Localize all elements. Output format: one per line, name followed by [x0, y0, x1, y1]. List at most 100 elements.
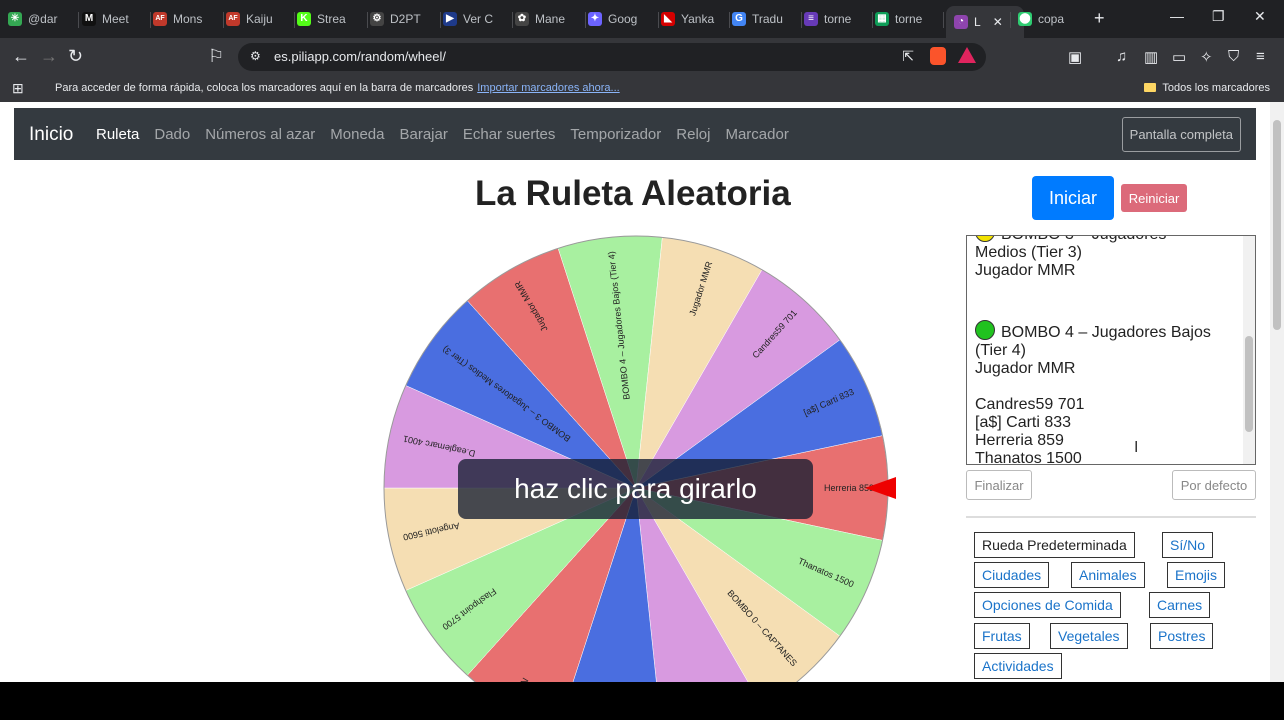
maximize-icon[interactable]: ❐	[1212, 8, 1225, 25]
forward-icon[interactable]: →	[40, 47, 58, 65]
nav-link-0[interactable]: Ruleta	[96, 126, 139, 143]
url-text[interactable]: es.piliapp.com/random/wheel/	[274, 49, 446, 64]
wallet-icon[interactable]: ▭	[1172, 48, 1186, 66]
tab-separator	[872, 12, 873, 28]
wheel-svg[interactable]: Herreria 859Thanatos 1500BOMBO 0 – CAPTA…	[380, 232, 892, 682]
tab-11[interactable]: ≡ torne	[804, 6, 870, 32]
share-icon[interactable]: ⇱	[902, 48, 914, 65]
tab-separator	[223, 12, 224, 28]
address-bar[interactable]: ⚙ es.piliapp.com/random/wheel/ ⇱	[238, 43, 986, 71]
preset-button[interactable]: Frutas	[974, 623, 1030, 649]
default-button[interactable]: Por defecto	[1172, 470, 1256, 500]
reload-icon[interactable]: ↻	[68, 47, 83, 65]
bookmarks-message-text: Para acceder de forma rápida, coloca los…	[55, 82, 474, 94]
nav-link-8[interactable]: Marcador	[725, 126, 788, 143]
fullscreen-button[interactable]: Pantalla completa	[1121, 117, 1241, 152]
tab-1[interactable]: M Meet	[82, 6, 148, 32]
star-green-icon: ✳	[8, 12, 22, 26]
apps-grid-icon[interactable]: ⊞	[12, 80, 24, 97]
tab-14[interactable]: ⬤ copa	[1018, 6, 1084, 32]
reading-mode-icon[interactable]: ▣	[1068, 48, 1082, 66]
tab-3[interactable]: AF Kaiju	[226, 6, 292, 32]
tab-separator	[150, 12, 151, 28]
tab-separator	[440, 12, 441, 28]
tab-separator	[1010, 12, 1011, 28]
nav-link-4[interactable]: Barajar	[399, 126, 447, 143]
preset-button[interactable]: Rueda Predeterminada	[974, 532, 1135, 558]
vpn-icon[interactable]: ⛉	[1228, 48, 1239, 65]
tab-13[interactable]: ◔ L ✕	[946, 6, 1024, 38]
new-tab-button[interactable]: +	[1094, 8, 1105, 29]
wheel[interactable]: Herreria 859 Thanatos 1500 BOMBO 0 – CAPTA…	[380, 232, 892, 682]
preset-button[interactable]: Animales	[1071, 562, 1145, 588]
sidebar-icon[interactable]: ▥	[1144, 48, 1158, 66]
site-info-icon[interactable]: ⚙	[250, 49, 261, 63]
meet-icon: M	[82, 12, 96, 26]
finish-button[interactable]: Finalizar	[966, 470, 1032, 500]
all-bookmarks-button[interactable]: Todos los marcadores	[1144, 82, 1270, 94]
page-scrollbar[interactable]	[1270, 102, 1284, 682]
bookmarks-bar: ⊞ Para acceder de forma rápida, coloca l…	[0, 76, 1284, 102]
af-icon: AF	[153, 12, 167, 26]
tab-12[interactable]: ▦ torne	[875, 6, 941, 32]
brave-rewards-icon[interactable]	[958, 47, 976, 63]
list-entry: Candres59 701	[975, 396, 1085, 413]
tab-label: Kaiju	[246, 12, 273, 26]
list-line-text: BOMBO 3 – Jugadores	[1001, 236, 1166, 243]
preset-button[interactable]: Actividades	[974, 653, 1062, 679]
menu-icon[interactable]: ≡	[1256, 48, 1265, 65]
preset-button[interactable]: Vegetales	[1050, 623, 1128, 649]
nav-link-2[interactable]: Números al azar	[205, 126, 315, 143]
preset-button[interactable]: Carnes	[1149, 592, 1211, 618]
list-line: Jugador MMR	[975, 360, 1076, 377]
tab-separator	[943, 12, 944, 28]
tab-0[interactable]: ✳ @dar	[8, 6, 76, 32]
preset-button[interactable]: Emojis	[1167, 562, 1226, 588]
sheets-icon: ▦	[875, 12, 889, 26]
import-bookmarks-link[interactable]: Importar marcadores ahora...	[477, 82, 619, 94]
play-icon: ▶	[443, 12, 457, 26]
textarea-scroll-thumb[interactable]	[1245, 336, 1253, 432]
start-button[interactable]: Iniciar	[1032, 176, 1114, 220]
home-link[interactable]: Inicio	[29, 124, 73, 146]
divider	[966, 516, 1256, 518]
tab-4[interactable]: K Strea	[297, 6, 365, 32]
tab-2[interactable]: AF Mons	[153, 6, 221, 32]
tab-label: @dar	[28, 12, 58, 26]
tab-6[interactable]: ▶ Ver C	[443, 6, 510, 32]
nav-link-1[interactable]: Dado	[154, 126, 190, 143]
preset-button[interactable]: Ciudades	[974, 562, 1050, 588]
back-icon[interactable]: ←	[12, 47, 30, 65]
tab-label: L	[974, 15, 981, 29]
options-textarea[interactable]: BOMBO 3 – Jugadores Medios (Tier 3) Juga…	[966, 235, 1256, 465]
tab-10[interactable]: G Tradu	[732, 6, 799, 32]
nav-link-7[interactable]: Reloj	[676, 126, 710, 143]
nav-link-3[interactable]: Moneda	[330, 126, 384, 143]
close-tab-icon[interactable]: ✕	[993, 15, 1003, 29]
music-icon[interactable]: ♫	[1116, 48, 1127, 65]
tab-8[interactable]: ✦ Goog	[588, 6, 656, 32]
nav-link-6[interactable]: Temporizador	[570, 126, 661, 143]
options-text[interactable]: BOMBO 3 – Jugadores Medios (Tier 3) Juga…	[975, 236, 1235, 464]
minimize-icon[interactable]: —	[1170, 8, 1184, 24]
tab-label: D2PT	[390, 12, 421, 26]
bookmark-icon[interactable]: ⚐	[208, 47, 224, 65]
preset-button[interactable]: Opciones de Comida	[974, 592, 1121, 618]
brave-shield-icon[interactable]	[930, 47, 946, 65]
nav-link-5[interactable]: Echar suertes	[463, 126, 556, 143]
preset-button[interactable]: Sí/No	[1162, 532, 1214, 558]
wheel-pointer-icon	[865, 477, 896, 499]
preset-button[interactable]: Postres	[1150, 623, 1214, 649]
close-window-icon[interactable]: ✕	[1254, 8, 1266, 25]
tab-7[interactable]: ✿ Mane	[515, 6, 583, 32]
leo-ai-icon[interactable]: ✧	[1200, 48, 1213, 66]
page-scroll-thumb[interactable]	[1273, 120, 1281, 330]
tab-5[interactable]: ⚙ D2PT	[370, 6, 438, 32]
tab-9[interactable]: ◣ Yanka	[661, 6, 727, 32]
tab-separator	[658, 12, 659, 28]
spin-overlay[interactable]: haz clic para girarlo	[458, 459, 813, 519]
bottom-bar	[0, 682, 1284, 720]
reset-button[interactable]: Reiniciar	[1121, 184, 1187, 212]
textarea-scrollbar[interactable]	[1243, 236, 1255, 464]
tab-label: copa	[1038, 12, 1065, 26]
